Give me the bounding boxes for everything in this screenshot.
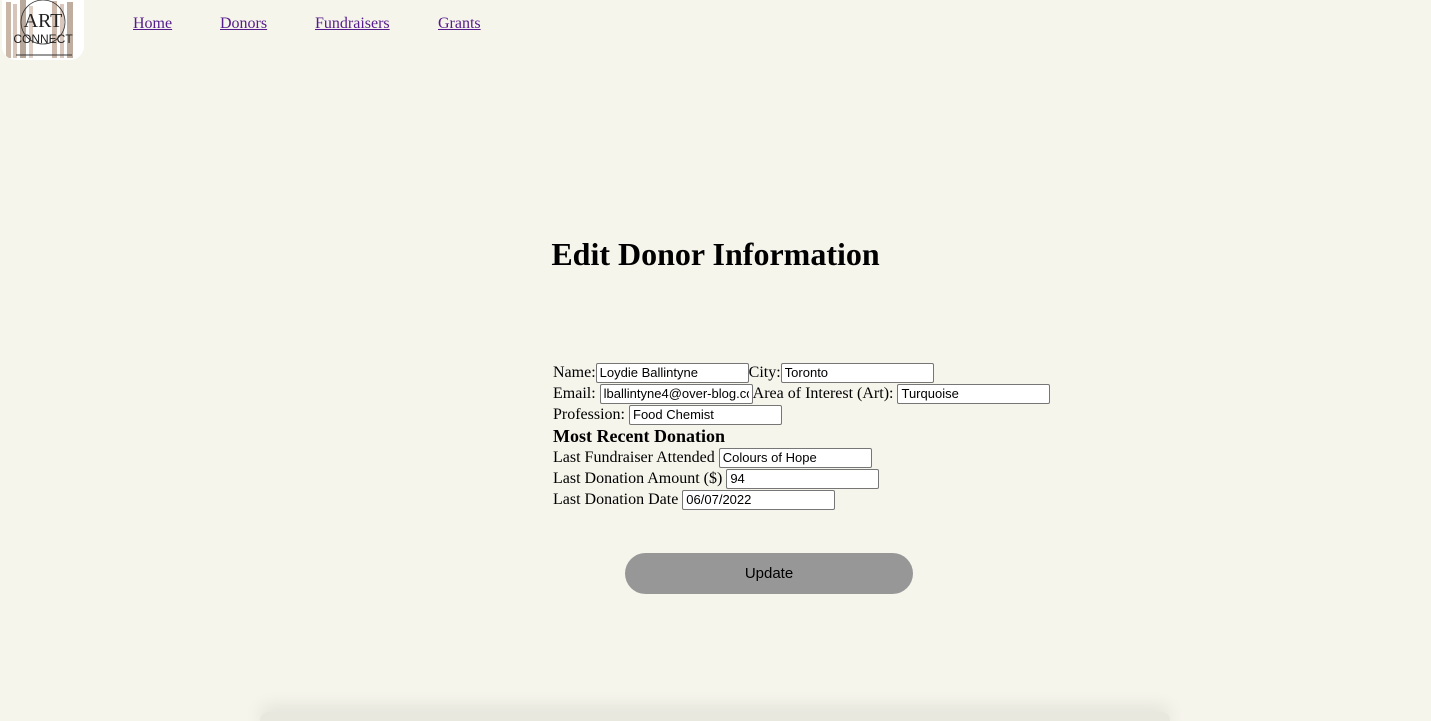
page-title: Edit Donor Information xyxy=(551,236,880,272)
edit-donor-form: Name: City: Email: Area of Interest (Art… xyxy=(553,362,1073,510)
row-profession: Profession: xyxy=(553,404,1073,425)
row-name-city: Name: City: xyxy=(553,362,1073,383)
update-button[interactable]: Update xyxy=(625,553,913,594)
logo-text-connect: CONNECT xyxy=(13,32,73,46)
row-email-interest: Email: Area of Interest (Art): xyxy=(553,383,1073,404)
fundraiser-label: Last Fundraiser Attended xyxy=(553,449,715,466)
nav-link-grants[interactable]: Grants xyxy=(438,15,481,33)
email-field[interactable] xyxy=(599,383,753,404)
date-label: Last Donation Date xyxy=(553,491,679,508)
row-date: Last Donation Date xyxy=(553,489,1073,510)
name-field[interactable] xyxy=(595,362,749,383)
art-connect-logo[interactable]: ART CONNECT xyxy=(2,0,84,60)
city-label: City: xyxy=(748,364,781,381)
page: ART CONNECT Home Donors Fundraisers Gran… xyxy=(0,0,1431,721)
donation-section-title: Most Recent Donation xyxy=(553,426,725,446)
interest-label: Area of Interest (Art): xyxy=(752,385,894,402)
bottom-panel-edge xyxy=(260,712,1170,721)
city-field[interactable] xyxy=(780,362,934,383)
email-label: Email: xyxy=(553,385,596,402)
nav-link-fundraisers[interactable]: Fundraisers xyxy=(315,15,390,33)
fundraiser-field[interactable] xyxy=(718,447,872,468)
name-label: Name: xyxy=(553,364,596,381)
nav-link-donors[interactable]: Donors xyxy=(220,15,267,33)
amount-field[interactable] xyxy=(726,468,880,489)
profession-label: Profession: xyxy=(553,406,625,423)
row-fundraiser: Last Fundraiser Attended xyxy=(553,447,1073,468)
logo-graphic: ART CONNECT xyxy=(2,0,84,60)
amount-label: Last Donation Amount ($) xyxy=(553,470,723,487)
row-amount: Last Donation Amount ($) xyxy=(553,468,1073,489)
profession-field[interactable] xyxy=(629,404,782,425)
interest-field[interactable] xyxy=(897,383,1051,404)
nav-link-home[interactable]: Home xyxy=(133,15,172,33)
date-field[interactable] xyxy=(682,489,836,510)
logo-text-art: ART xyxy=(24,10,63,32)
